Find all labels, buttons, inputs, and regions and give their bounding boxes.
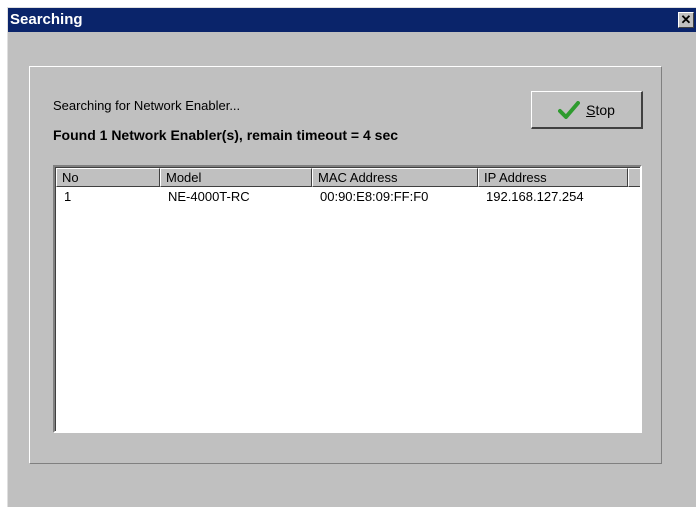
stop-button[interactable]: Stop [531,91,643,129]
stop-button-label: Stop [586,102,615,118]
results-list-inner: No Model MAC Address IP Address 1 NE-400… [55,167,640,431]
column-header-ip-address[interactable]: IP Address [478,168,628,187]
column-header-model[interactable]: Model [160,168,312,187]
results-list[interactable]: No Model MAC Address IP Address 1 NE-400… [53,165,642,433]
list-header: No Model MAC Address IP Address [56,168,640,187]
stop-button-label-rest: top [595,101,615,118]
cell-mac-address: 00:90:E8:09:FF:F0 [320,189,429,204]
table-row[interactable]: 1 NE-4000T-RC 00:90:E8:09:FF:F0 192.168.… [56,188,640,206]
cell-model: NE-4000T-RC [168,189,250,204]
column-header-mac-address[interactable]: MAC Address [312,168,478,187]
close-icon: ✕ [680,12,692,27]
window-title: Searching [10,11,83,28]
checkmark-icon [558,100,581,119]
column-header-no[interactable]: No [56,168,160,187]
cell-ip-address: 192.168.127.254 [486,189,584,204]
searching-status-text: Searching for Network Enabler... [53,98,241,113]
title-bar[interactable]: Searching [8,8,696,32]
cell-no: 1 [64,189,72,204]
column-header-filler [628,168,640,187]
found-count-text: Found 1 Network Enabler(s), remain timeo… [53,127,399,143]
close-button[interactable]: ✕ [678,12,694,28]
